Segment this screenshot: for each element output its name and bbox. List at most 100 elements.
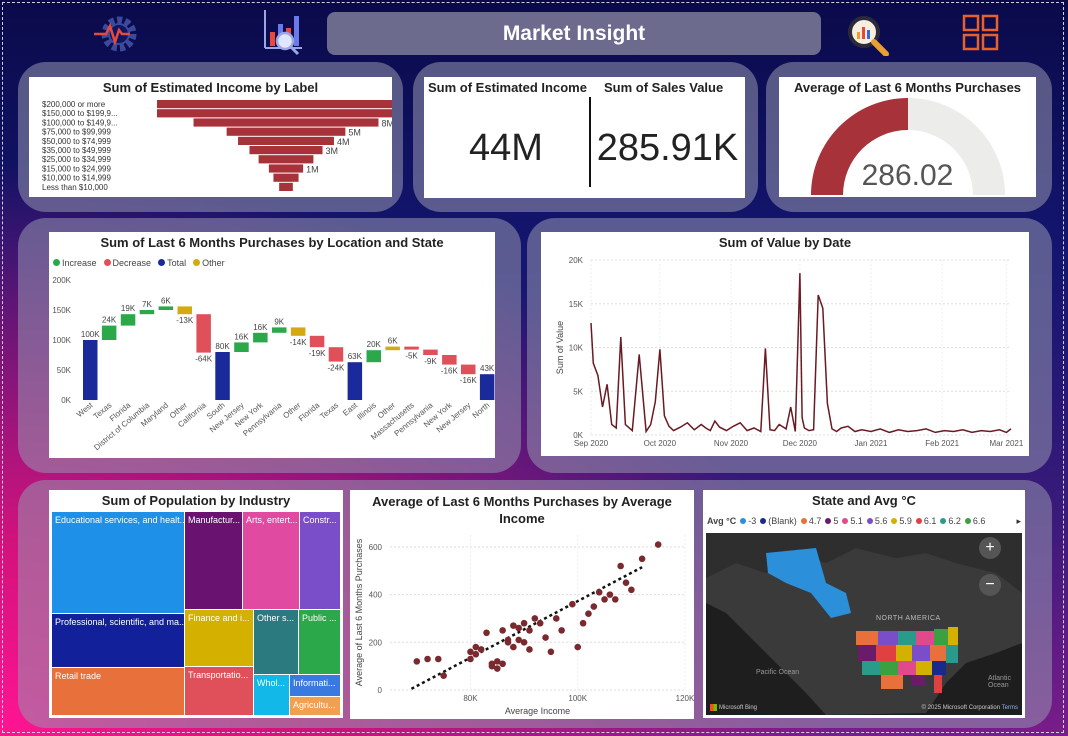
scatter-point[interactable] — [611, 596, 619, 603]
legend-scroll-icon[interactable]: ▸ — [1016, 516, 1021, 527]
waterfall-bar[interactable] — [461, 364, 476, 375]
scatter-point[interactable] — [569, 600, 576, 608]
map-legend-item[interactable]: 6.1 — [915, 516, 936, 526]
scatter-point[interactable] — [483, 629, 490, 637]
funnel-bar[interactable] — [226, 127, 346, 136]
value-line[interactable] — [590, 273, 1012, 434]
scatter-point[interactable] — [622, 579, 630, 586]
scatter-point[interactable] — [606, 591, 614, 598]
scatter-point[interactable] — [434, 655, 442, 663]
funnel-bar[interactable] — [249, 146, 323, 155]
map-legend-item[interactable]: 6.2 — [940, 516, 961, 526]
kpi-card[interactable]: Sum of Estimated Income 44M Sum of Sales… — [424, 77, 745, 198]
waterfall-bar[interactable] — [385, 346, 400, 351]
waterfall-bar[interactable] — [479, 374, 495, 400]
treemap-cell[interactable]: Whol... — [254, 675, 289, 715]
zoom-out-button[interactable]: − — [979, 574, 1001, 596]
scatter-point[interactable] — [467, 655, 474, 663]
treemap-cell[interactable]: Finance and i... — [185, 610, 253, 666]
map-view[interactable]: NORTH AMERICA Pacific Ocean Atlantic Oce… — [706, 533, 1022, 715]
income-by-label-card[interactable]: Sum of Estimated Income by Label $200,00… — [29, 77, 392, 197]
line-card[interactable]: Sum of Value by Date 20K 15K 10K 5K 0K Sep 20… — [541, 232, 1029, 456]
funnel-bar[interactable] — [273, 173, 299, 182]
map-legend-item[interactable]: -3 — [740, 516, 756, 526]
scatter-point[interactable] — [499, 627, 506, 634]
gauge-card[interactable]: Average of Last 6 Months Purchases 286.0… — [779, 77, 1036, 197]
waterfall-bar[interactable] — [328, 347, 344, 362]
scatter-point[interactable] — [520, 619, 528, 627]
scatter-point[interactable] — [617, 562, 624, 570]
map-card[interactable]: State and Avg °C Avg °C -3 (Blank) 4.7 5 5.1… — [703, 490, 1025, 718]
settings-pulse-icon[interactable] — [92, 12, 142, 56]
waterfall-bar[interactable] — [101, 325, 117, 340]
scatter-point[interactable] — [520, 639, 528, 646]
map-legend-item[interactable]: 5.6 — [866, 516, 887, 526]
scatter-point[interactable] — [424, 655, 431, 663]
scatter-point[interactable] — [515, 624, 523, 632]
waterfall-bar[interactable] — [234, 342, 249, 352]
scatter-point[interactable] — [590, 603, 598, 610]
treemap-cell[interactable]: Arts, entert... — [243, 512, 299, 609]
scatter-point[interactable] — [542, 634, 549, 641]
scatter-card[interactable]: Average of Last 6 Months Purchases by Av… — [350, 490, 694, 719]
waterfall-bar[interactable] — [215, 352, 230, 400]
map-legend-item[interactable]: 6.6 — [964, 516, 985, 526]
scatter-point[interactable] — [547, 648, 555, 656]
waterfall-bar[interactable] — [290, 327, 306, 336]
terms-link[interactable]: Terms — [1002, 705, 1018, 711]
waterfall-card[interactable]: Sum of Last 6 Months Purchases by Locati… — [49, 232, 495, 458]
map-legend-item[interactable]: 5.9 — [891, 516, 912, 526]
waterfall-bar[interactable] — [442, 355, 457, 365]
grid-menu-icon[interactable] — [962, 14, 1000, 52]
treemap-cell[interactable]: Educational services, and healt... — [52, 512, 184, 613]
waterfall-bar[interactable] — [253, 332, 268, 343]
scatter-point[interactable] — [526, 627, 533, 634]
scatter-point[interactable] — [440, 672, 447, 679]
analytics-chart-icon[interactable] — [262, 8, 304, 56]
scatter-point[interactable] — [493, 665, 501, 672]
funnel-bar[interactable] — [268, 164, 304, 173]
scatter-point[interactable] — [526, 646, 533, 653]
treemap-cell[interactable]: Transportatio... — [185, 667, 253, 715]
map-legend-item[interactable]: 4.7 — [800, 516, 821, 526]
waterfall-bar[interactable] — [404, 346, 419, 350]
waterfall-bar[interactable] — [83, 340, 98, 400]
scatter-point[interactable] — [499, 660, 506, 668]
waterfall-bar[interactable] — [309, 335, 325, 348]
scatter-point[interactable] — [628, 586, 635, 594]
treemap-cell[interactable]: Informati... — [290, 675, 340, 696]
treemap-cell[interactable]: Constr... — [300, 512, 340, 609]
treemap-cell[interactable]: Professional, scientific, and ma... — [52, 614, 184, 667]
scatter-point[interactable] — [574, 643, 582, 651]
scatter-point[interactable] — [510, 643, 517, 651]
waterfall-bar[interactable] — [347, 362, 363, 400]
scatter-point[interactable] — [413, 658, 421, 665]
waterfall-bar[interactable] — [158, 306, 174, 310]
waterfall-bar[interactable] — [177, 306, 193, 315]
scatter-point[interactable] — [595, 588, 603, 596]
treemap-cell[interactable]: Other s... — [254, 610, 298, 674]
scatter-point[interactable] — [654, 541, 662, 548]
funnel-bar[interactable] — [193, 118, 379, 127]
scatter-point[interactable] — [585, 610, 592, 617]
scatter-point[interactable] — [477, 646, 485, 653]
scatter-point[interactable] — [558, 627, 565, 634]
map-legend-item[interactable]: (Blank) — [760, 516, 797, 526]
scatter-point[interactable] — [536, 619, 544, 627]
waterfall-bar[interactable] — [366, 350, 382, 363]
treemap-cell[interactable]: Retail trade — [52, 668, 184, 715]
treemap-cell[interactable]: Public ... — [299, 610, 340, 674]
scatter-point[interactable] — [552, 615, 560, 622]
scatter-point[interactable] — [504, 639, 512, 646]
funnel-bar[interactable] — [238, 136, 334, 145]
waterfall-bar[interactable] — [423, 349, 438, 355]
treemap-cell[interactable]: Manufactur... — [185, 512, 242, 609]
treemap-cell[interactable]: Agricultu... — [290, 697, 340, 715]
map-legend-item[interactable]: 5.1 — [842, 516, 863, 526]
zoom-in-button[interactable]: + — [979, 537, 1001, 559]
waterfall-bar[interactable] — [272, 327, 287, 333]
waterfall-bar[interactable] — [196, 314, 211, 353]
waterfall-bar[interactable] — [120, 314, 136, 326]
funnel-bar[interactable] — [157, 109, 392, 118]
map-legend-item[interactable]: 5 — [825, 516, 838, 526]
